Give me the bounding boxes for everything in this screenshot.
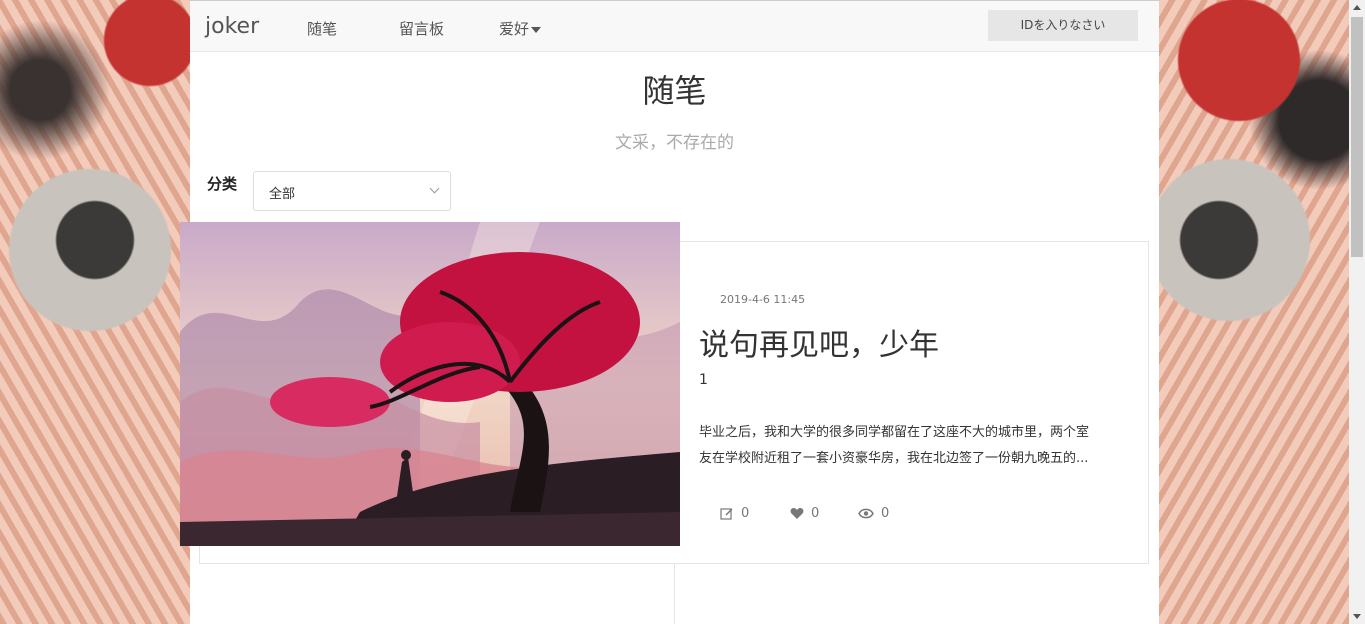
caret-down-icon [531, 26, 542, 33]
page-subtitle: 文采，不存在的 [615, 133, 734, 153]
post-excerpt: 毕业之后，我和大学的很多同学都留在了这座不大的城市里，两个室 友在学校附近租了一… [699, 420, 1124, 472]
post-date: 2019-4-6 11:45 [720, 293, 806, 306]
comment-count-value: 0 [741, 506, 750, 521]
navbar: joker 随笔 留言板 爱好 IDを入りなさい [190, 0, 1159, 52]
like-count-value: 0 [811, 506, 820, 521]
eye-icon [858, 508, 874, 519]
comment-count[interactable]: 0 [720, 506, 749, 521]
nav-hobbies-label: 爱好 [499, 20, 530, 38]
post-excerpt-line2: 友在学校附近租了一套小资豪华房，我在北边签了一份朝九晚五的... [699, 451, 1089, 466]
column-divider [674, 564, 675, 624]
id-input-button[interactable]: IDを入りなさい [988, 10, 1138, 41]
scrollbar-thumb[interactable] [1351, 17, 1363, 257]
post-cover-image[interactable] [180, 222, 680, 546]
view-count-value: 0 [881, 506, 890, 521]
post-excerpt-line1: 毕业之后，我和大学的很多同学都留在了这座不大的城市里，两个室 [699, 425, 1090, 440]
like-count[interactable]: 0 [790, 506, 819, 521]
view-count: 0 [858, 506, 889, 521]
post-title[interactable]: 说句再见吧，少年 [699, 320, 939, 364]
category-label: 分类 [207, 175, 238, 193]
heart-icon [790, 508, 804, 519]
background-art-right [1159, 0, 1349, 624]
background-art-left [0, 0, 190, 624]
nav-guestbook[interactable]: 留言板 [399, 18, 444, 39]
scroll-down-arrow-icon[interactable] [1353, 614, 1361, 619]
post-number: 1 [699, 372, 708, 388]
nav-hobbies-dropdown[interactable]: 爱好 [499, 18, 542, 39]
category-select[interactable]: 全部 [253, 171, 451, 211]
chevron-down-icon [429, 183, 440, 194]
nav-essays[interactable]: 随笔 [307, 18, 337, 39]
scroll-up-arrow-icon[interactable] [1353, 5, 1361, 10]
edit-icon [720, 507, 733, 520]
category-select-value: 全部 [269, 187, 296, 202]
page-title: 随笔 [642, 72, 707, 110]
page-scrollbar[interactable] [1349, 0, 1365, 624]
brand-logo[interactable]: joker [205, 14, 259, 39]
